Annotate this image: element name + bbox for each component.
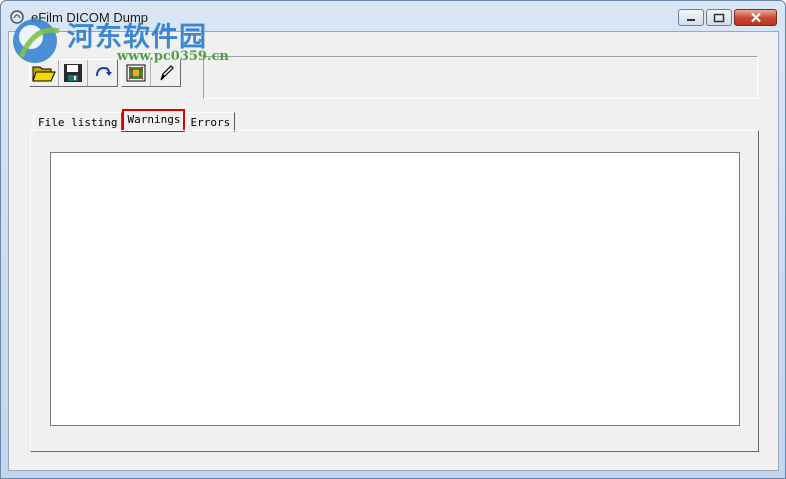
save-button[interactable] bbox=[59, 60, 88, 86]
toolbar bbox=[29, 59, 184, 87]
refresh-button[interactable] bbox=[88, 60, 117, 86]
edit-pencil-icon bbox=[159, 65, 174, 81]
maximize-icon bbox=[713, 13, 725, 22]
tab-warnings[interactable]: Warnings bbox=[122, 109, 186, 132]
window-title: eFilm DICOM Dump bbox=[31, 10, 149, 25]
open-button[interactable] bbox=[30, 60, 59, 86]
tab-label: File listing bbox=[38, 116, 118, 129]
tab-file-listing[interactable]: File listing bbox=[33, 112, 123, 132]
app-icon bbox=[10, 10, 24, 24]
image-button[interactable] bbox=[122, 60, 151, 86]
edit-button[interactable] bbox=[151, 60, 180, 86]
minimize-icon bbox=[687, 18, 695, 21]
toolbar-group-tools bbox=[121, 59, 181, 87]
close-icon bbox=[750, 12, 761, 23]
window-controls bbox=[676, 9, 777, 27]
refresh-arrow-icon bbox=[95, 66, 112, 77]
open-folder-icon bbox=[32, 66, 56, 82]
maximize-button[interactable] bbox=[706, 9, 732, 26]
tab-errors[interactable]: Errors bbox=[185, 112, 236, 132]
tab-label: Warnings bbox=[127, 113, 181, 126]
tab-strip: File listing Warnings Errors bbox=[33, 109, 236, 132]
tab-label: Errors bbox=[190, 116, 231, 129]
toolbar-group-file bbox=[29, 59, 118, 87]
minimize-button[interactable] bbox=[678, 9, 704, 26]
title-bar[interactable]: eFilm DICOM Dump bbox=[1, 1, 785, 31]
save-disk-icon bbox=[64, 64, 82, 82]
tab-content-pane bbox=[30, 130, 759, 452]
info-panel bbox=[203, 56, 758, 99]
close-button[interactable] bbox=[734, 9, 777, 26]
client-area: File listing Warnings Errors bbox=[8, 31, 779, 471]
warnings-list[interactable] bbox=[50, 152, 740, 426]
image-grid-icon bbox=[126, 64, 146, 82]
app-window: eFilm DICOM Dump File listing Warnings E… bbox=[0, 0, 786, 479]
